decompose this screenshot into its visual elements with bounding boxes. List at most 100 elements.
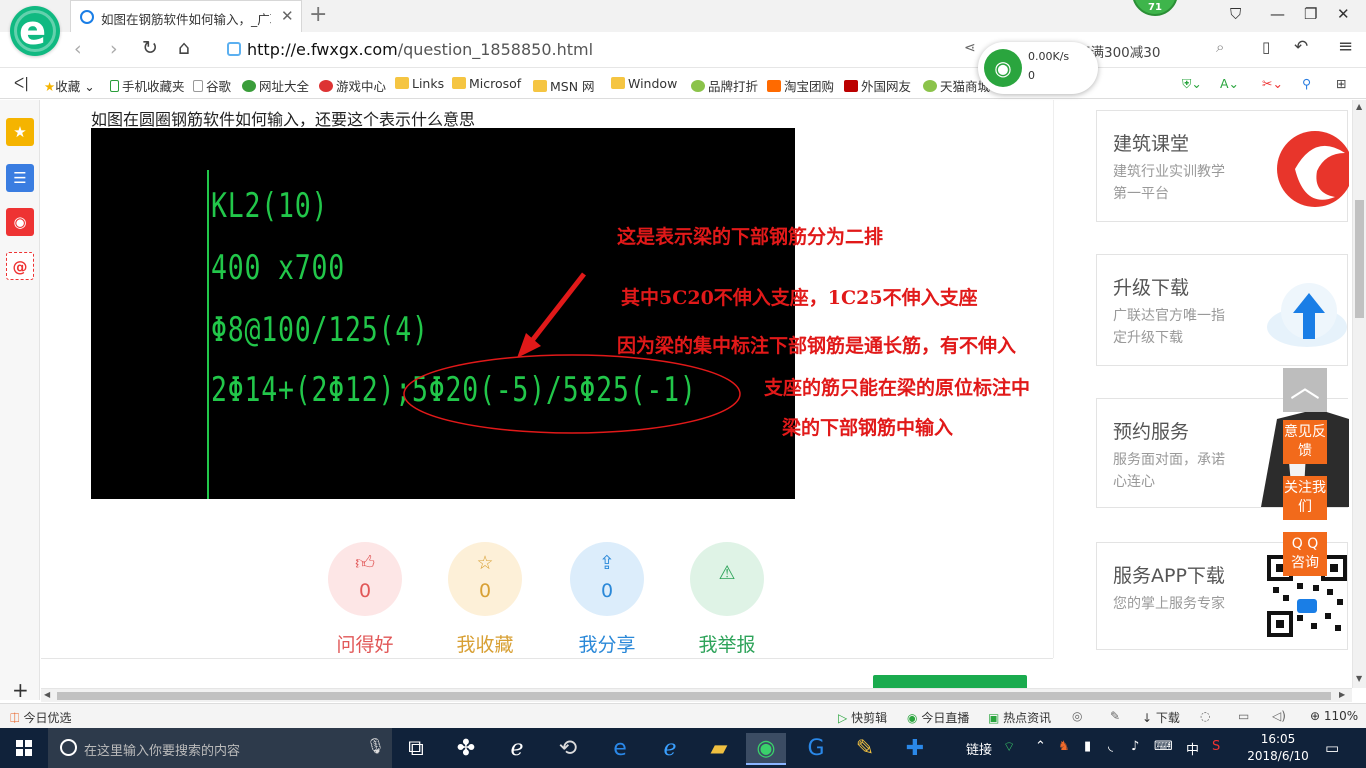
new-tab-button[interactable]: + (309, 2, 327, 27)
status-item[interactable]: ↓ 下载 (1142, 709, 1180, 726)
share-icon[interactable]: ⋖ (964, 40, 976, 56)
keyboard-icon[interactable]: ⌨ (1154, 739, 1173, 754)
bookmark-item[interactable]: Window (611, 76, 677, 91)
ad-desc: 建筑行业实训教学第一平台 (1113, 164, 1225, 202)
volume-icon[interactable]: ◁) (1272, 709, 1286, 723)
search-icon[interactable]: ⌕ (1216, 38, 1224, 56)
ie-icon[interactable]: ℯ (650, 733, 690, 765)
forward-icon[interactable]: › (110, 38, 118, 60)
bookmark-item[interactable]: 品牌打折 (691, 76, 758, 95)
plus-app-icon[interactable]: ✚ (895, 733, 935, 765)
horizontal-scrollbar[interactable]: ◀ ▶ (41, 688, 1352, 702)
g-app-icon[interactable]: G (796, 733, 836, 765)
favorite-button[interactable]: ☆ 0 我收藏 (448, 542, 522, 656)
qq-consult-button[interactable]: Q Q 咨询 (1283, 532, 1327, 576)
status-item[interactable]: ◉ 今日直播 (907, 709, 969, 726)
profile-badge[interactable]: 71 (1132, 0, 1178, 16)
browser-2345-icon[interactable]: ◉ (746, 733, 786, 765)
pin-icon[interactable]: ✎ (1110, 709, 1120, 723)
add-sidebar-item-button[interactable]: + (12, 678, 29, 702)
mail-icon[interactable]: @ (6, 252, 34, 280)
battery-icon[interactable]: ▮ (1084, 739, 1091, 754)
close-tab-icon[interactable]: ✕ (281, 7, 294, 25)
links-toolbar[interactable]: 链接 (966, 739, 992, 758)
volume-tray-icon[interactable]: ♪ (1131, 739, 1139, 754)
today-picks[interactable]: ⎅ 今日优选 (10, 709, 71, 726)
spiral-app-icon[interactable]: ⟲ (548, 733, 588, 765)
notification-icon[interactable]: ▭ (1325, 739, 1339, 757)
home-icon[interactable]: ⌂ (178, 37, 190, 59)
apps-grid-icon[interactable]: ⊞ (1336, 76, 1346, 91)
network-icon[interactable]: ◟ (1108, 739, 1113, 754)
file-explorer-icon[interactable]: ▰ (699, 733, 739, 765)
cortana-icon (60, 739, 77, 756)
ie-mode-icon[interactable]: ◌ (1200, 709, 1210, 723)
bookmark-item[interactable]: 网址大全 (242, 76, 309, 95)
shield-icon[interactable]: ⛨⌄ (1182, 76, 1202, 92)
vertical-scroll-thumb[interactable] (1355, 200, 1364, 318)
network-speed-popup[interactable]: ◉ 0.00K/s 0 (978, 42, 1098, 94)
bookmark-item[interactable]: Microsof (452, 76, 521, 91)
bookmark-item[interactable]: 游戏中心 (319, 76, 386, 95)
fan-app-icon[interactable]: ✤ (446, 733, 486, 765)
mobile-icon[interactable]: ▯ (1262, 38, 1270, 56)
task-view-icon[interactable]: ⧉ (396, 733, 436, 765)
clock[interactable]: 16:05 2018/6/10 (1238, 731, 1318, 765)
tray-expand-icon[interactable]: ⌃ (1035, 739, 1046, 754)
back-to-top-button[interactable]: ︿ (1283, 368, 1327, 412)
sidebar-toggle-icon[interactable]: ᐸ| (14, 76, 29, 92)
bookmark-item[interactable]: 谷歌 (193, 76, 231, 95)
weibo-icon[interactable]: ◉ (6, 208, 34, 236)
start-button[interactable] (0, 728, 48, 768)
close-window-button[interactable]: ✕ (1337, 5, 1350, 23)
zoom-level[interactable]: ⊕ 110% (1310, 709, 1358, 723)
bookmark-item[interactable]: 外国网友 (844, 76, 911, 95)
url-input[interactable]: http://e.fwxgx.com/question_1858850.html (215, 36, 995, 64)
globe-icon[interactable]: ◎ (1072, 709, 1082, 723)
url-path: /question_1858850.html (397, 40, 594, 59)
reading-list-icon[interactable]: ☰ (6, 164, 34, 192)
restore-button[interactable]: ❐ (1304, 5, 1317, 23)
edge-icon[interactable]: e (600, 733, 640, 765)
status-item[interactable]: ▷ 快剪辑 (838, 709, 887, 726)
menu-icon[interactable]: ≡ (1338, 36, 1353, 57)
skin-icon[interactable]: ⛉ (1230, 5, 1241, 23)
sogou-ime-icon[interactable]: S (1212, 739, 1220, 754)
bookmark-item[interactable]: ★收藏 ⌄ (44, 76, 95, 95)
bookmark-item[interactable]: Links (395, 76, 444, 91)
minimize-button[interactable]: — (1270, 5, 1285, 23)
feedback-button[interactable]: 意见反馈 (1283, 420, 1327, 464)
answer-button[interactable] (873, 675, 1027, 688)
bookmark-item[interactable]: 手机收藏夹 (110, 76, 185, 95)
tray-app-icon[interactable]: ♞ (1058, 739, 1070, 754)
scissors-icon[interactable]: ✂⌄ (1262, 76, 1283, 91)
browser-logo-icon[interactable]: e (10, 6, 60, 56)
favorites-star-icon[interactable]: ★ (6, 118, 34, 146)
share-button[interactable]: ⇪ 0 我分享 (570, 542, 644, 656)
ime-indicator[interactable]: 中 (1186, 739, 1199, 758)
window-icon[interactable]: ▭ (1238, 709, 1249, 723)
ad-title: 预约服务 (1113, 421, 1190, 443)
like-button[interactable]: 👍︎ 0 问得好 (328, 542, 402, 656)
ad-card-upgrade[interactable]: 升级下载 广联达官方唯一指定升级下载 (1096, 254, 1348, 366)
microphone-icon[interactable]: 🎙︎ (366, 737, 385, 755)
status-item[interactable]: ▣ 热点资讯 (988, 709, 1051, 726)
magnifier-icon[interactable]: ⚲ (1302, 76, 1311, 91)
ad-card-course[interactable]: 建筑课堂 建筑行业实训教学第一平台 (1096, 110, 1349, 222)
follow-us-button[interactable]: 关注我们 (1283, 476, 1327, 520)
notepad-icon[interactable]: ✎ (845, 733, 885, 765)
translate-icon[interactable]: A⌄ (1220, 76, 1239, 91)
vertical-scrollbar[interactable]: ▲ ▼ (1352, 100, 1366, 688)
horizontal-scroll-thumb[interactable] (57, 692, 1331, 700)
taskbar-search-box[interactable]: 在这里输入你要搜索的内容 🎙︎ (48, 728, 392, 768)
undo-icon[interactable]: ↶ (1294, 37, 1308, 57)
refresh-icon[interactable]: ↻ (142, 37, 158, 59)
back-icon[interactable]: ‹ (74, 38, 82, 60)
browser-tab-active[interactable]: 如图在钢筋软件如何输入，_广联 ✕ (70, 0, 302, 32)
ad-desc: 您的掌上服务专家 (1113, 596, 1225, 612)
bookmark-item[interactable]: MSN 网 (533, 76, 595, 95)
bookmark-item[interactable]: 淘宝团购 (767, 76, 834, 95)
wifi-tray-icon[interactable]: ⌔ (1003, 739, 1015, 755)
report-button[interactable]: ⚠ 我举报 (690, 542, 764, 656)
edge-browser-icon[interactable]: ℯ (497, 733, 537, 765)
